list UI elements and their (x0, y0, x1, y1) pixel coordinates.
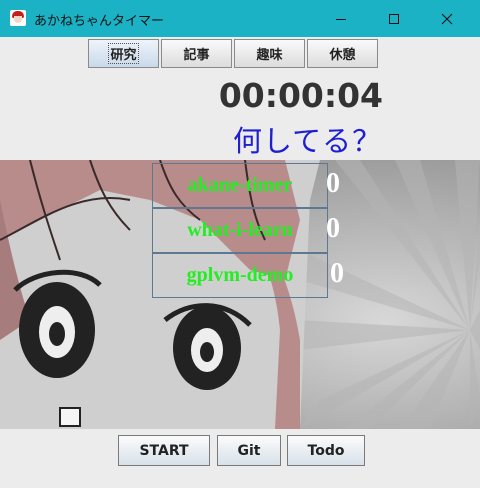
tab-research[interactable]: 研究 (88, 39, 159, 68)
maximize-button[interactable] (371, 0, 417, 37)
tab-label: 趣味 (256, 48, 283, 63)
task-name: what-i-learn (187, 219, 293, 241)
start-button[interactable]: START (118, 435, 210, 466)
title-bar[interactable]: あかねちゃんタイマー (0, 0, 480, 37)
status-prompt: 何してる？ (233, 124, 383, 158)
git-button[interactable]: Git (217, 435, 281, 466)
category-tabs: 研究 記事 趣味 休憩 (88, 39, 380, 68)
task-count: 0 (330, 258, 344, 289)
tab-article[interactable]: 記事 (161, 39, 232, 68)
task-row[interactable]: what-i-learn (152, 208, 328, 253)
tab-hobby[interactable]: 趣味 (234, 39, 305, 68)
task-count: 0 (326, 168, 340, 199)
close-button[interactable] (424, 0, 470, 37)
close-icon (441, 13, 453, 24)
task-count: 0 (326, 213, 340, 244)
character-background-image: akane-timer 0 what-i-learn 0 gplvm-demo … (0, 160, 480, 429)
maximize-icon (389, 13, 399, 24)
task-name: gplvm-demo (186, 264, 294, 286)
tab-label: 休憩 (329, 48, 356, 63)
elapsed-timer: 00:00:04 (218, 76, 383, 115)
tab-label: 研究 (108, 43, 139, 64)
task-row[interactable]: akane-timer (152, 163, 328, 208)
window-title: あかねちゃんタイマー (34, 14, 165, 29)
app-logo-icon (10, 10, 26, 26)
tab-break[interactable]: 休憩 (307, 39, 378, 68)
task-name: akane-timer (187, 174, 293, 196)
minimize-icon (336, 18, 346, 20)
minimize-button[interactable] (318, 0, 364, 37)
task-row[interactable]: gplvm-demo (152, 253, 328, 298)
todo-button[interactable]: Todo (287, 435, 365, 466)
tab-label: 記事 (183, 48, 210, 63)
